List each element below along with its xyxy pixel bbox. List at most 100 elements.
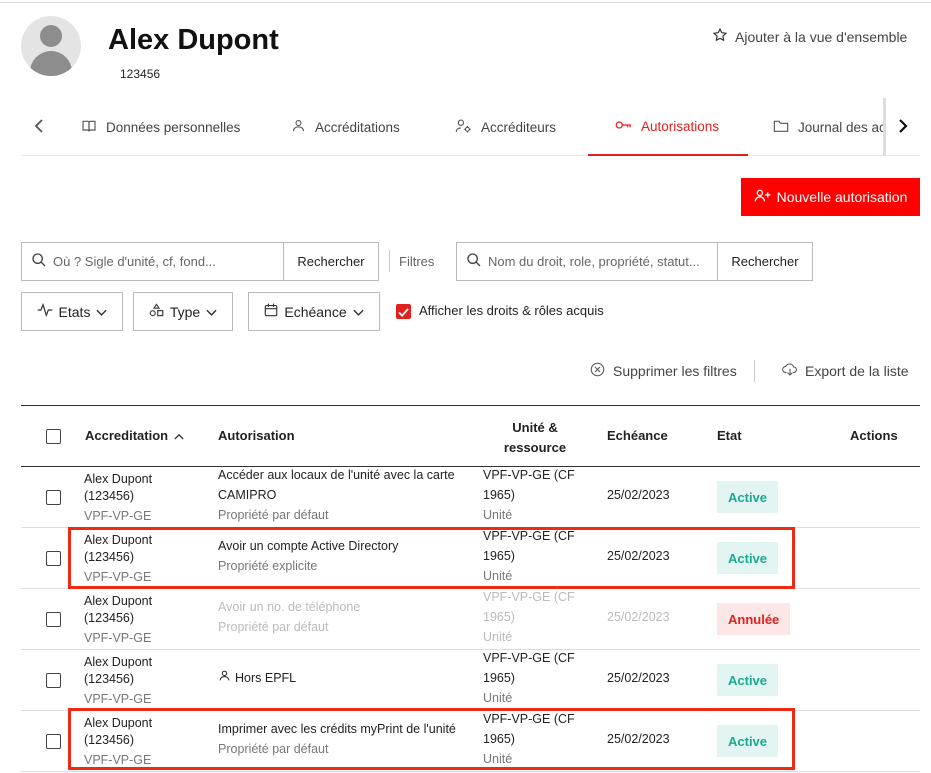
check-icon [398, 304, 409, 320]
tab-label: Données personnelles [106, 119, 241, 135]
calendar-icon [264, 303, 278, 320]
table-row[interactable]: Alex Dupont (123456) VPF-VP-GE Avoir un co… [21, 528, 920, 589]
tab-donnees-personnelles[interactable]: Données personnelles [81, 98, 240, 156]
folder-icon [773, 119, 789, 136]
export-label: Export de la liste [805, 363, 909, 379]
chevron-down-icon [206, 304, 217, 320]
col-accreditation[interactable]: Accreditation [85, 428, 184, 443]
accreditation-cell: Alex Dupont (123456) VPF-VP-GE [84, 472, 153, 523]
clear-filters-label: Supprimer les filtres [613, 363, 737, 379]
clear-filters-button[interactable]: Supprimer les filtres [590, 362, 737, 380]
accreditation-cell: Alex Dupont (123456) VPF-VP-GE [84, 655, 153, 706]
avatar [21, 16, 81, 76]
deadline-cell: 25/02/2023 [607, 732, 670, 746]
row-checkbox[interactable] [46, 612, 61, 627]
unit-search: Où ? Sigle d'unité, cf, fond... Recherch… [21, 242, 379, 281]
deadline-cell: 25/02/2023 [607, 610, 670, 624]
top-divider [0, 2, 931, 3]
show-acquired-label: Afficher les droits & rôles acquis [419, 303, 604, 318]
table-row[interactable]: Alex Dupont (123456) VPF-VP-GE Avoir un no… [21, 589, 920, 650]
key-icon [615, 118, 632, 135]
states-dropdown[interactable]: Etats [21, 292, 123, 331]
add-to-overview-label: Ajouter à la vue d'ensemble [735, 28, 908, 45]
right-search-placeholder: Nom du droit, role, propriété, statut... [488, 254, 700, 269]
chevron-down-icon [96, 304, 108, 320]
tab-autorisations[interactable]: Autorisations [588, 98, 748, 156]
unit-resource-cell: VPF-VP-GE (CF 1965) Unité [483, 651, 575, 705]
book-icon [81, 118, 97, 137]
export-button[interactable]: Export de la liste [782, 362, 909, 380]
tab-journal[interactable]: Journal des activités [773, 98, 883, 156]
add-person-icon [754, 188, 771, 206]
table-row[interactable]: Alex Dupont (123456) VPF-VP-GE Imprimer av… [21, 711, 920, 772]
tab-label: Journal des activités [798, 119, 883, 135]
deadline-dropdown[interactable]: Echéance [248, 292, 380, 331]
states-label: Etats [58, 303, 91, 320]
person-gear-icon [455, 118, 472, 137]
accreditation-cell: Alex Dupont (123456) VPF-VP-GE [84, 594, 153, 645]
search-icon [31, 252, 47, 271]
row-checkbox[interactable] [46, 551, 61, 566]
col-state: Etat [717, 428, 742, 443]
tab-accreditations[interactable]: Accréditations [291, 98, 400, 156]
activity-icon [37, 302, 53, 320]
unit-search-button[interactable]: Rechercher [284, 243, 378, 280]
unit-search-placeholder: Où ? Sigle d'unité, cf, fond... [53, 254, 216, 269]
cloud-download-icon [782, 362, 798, 380]
deadline-label: Echéance [284, 303, 347, 320]
new-authorization-button[interactable]: Nouvelle autorisation [741, 178, 920, 216]
col-actions: Actions [850, 428, 898, 443]
add-to-overview-button[interactable]: Ajouter à la vue d'ensemble [712, 27, 907, 46]
deadline-cell: 25/02/2023 [607, 549, 670, 563]
tab-scroll-divider [883, 98, 886, 156]
tab-label: Autorisations [641, 118, 720, 134]
type-dropdown[interactable]: Type [133, 292, 233, 331]
unit-resource-cell: VPF-VP-GE (CF 1965) Unité [483, 529, 575, 583]
table-row[interactable]: Alex Dupont (123456) VPF-VP-GE Hors EPFL V… [21, 650, 920, 711]
status-badge: Active [717, 664, 779, 696]
tab-scroll-right[interactable] [891, 115, 915, 139]
accreditation-cell: Alex Dupont (123456) VPF-VP-GE [84, 716, 153, 767]
close-circle-icon [590, 362, 605, 380]
sort-ascending-icon [174, 428, 184, 443]
row-checkbox[interactable] [46, 734, 61, 749]
unit-search-input[interactable]: Où ? Sigle d'unité, cf, fond... [22, 243, 284, 280]
table-header: Accreditation Autorisation Unité & resso… [21, 405, 920, 467]
tab-accrediteurs[interactable]: Accréditeurs [455, 98, 556, 156]
person-icon [291, 118, 306, 136]
unit-resource-cell: VPF-VP-GE (CF 1965) Unité [483, 468, 575, 522]
search-icon [466, 252, 482, 271]
chevron-right-icon [897, 118, 909, 137]
row-checkbox[interactable] [46, 490, 61, 505]
person-sciper: 123456 [120, 67, 161, 81]
chevron-down-icon [353, 304, 364, 320]
authorization-cell: Hors EPFL [218, 668, 296, 688]
col-deadline: Echéance [607, 428, 668, 443]
filters-divider [389, 250, 390, 272]
star-icon [712, 27, 728, 46]
right-search-button[interactable]: Rechercher [718, 243, 812, 280]
col-unit-resource: Unité & ressource [503, 420, 567, 455]
tab-bar: Données personnelles Accréditations Accr… [21, 98, 920, 156]
person-name: Alex Dupont [108, 24, 279, 56]
filters-label: Filtres [399, 254, 435, 269]
status-badge: Annulée [717, 603, 791, 635]
new-authorization-label: Nouvelle autorisation [776, 189, 908, 205]
status-badge: Active [717, 725, 779, 757]
authorization-cell: Imprimer avec les crédits myPrint de l'u… [218, 722, 456, 756]
person-icon [218, 668, 231, 688]
select-all-checkbox[interactable] [46, 429, 61, 444]
shapes-icon [149, 303, 164, 320]
unit-resource-cell: VPF-VP-GE (CF 1965) Unité [483, 590, 575, 644]
row-checkbox[interactable] [46, 673, 61, 688]
accreditation-cell: Alex Dupont (123456) VPF-VP-GE [84, 533, 153, 584]
col-authorization: Autorisation [218, 428, 295, 443]
right-search: Nom du droit, role, propriété, statut...… [456, 242, 813, 281]
right-search-input[interactable]: Nom du droit, role, propriété, statut... [457, 243, 718, 280]
type-label: Type [169, 303, 201, 320]
authorization-cell: Accéder aux locaux de l'unité avec la ca… [218, 468, 455, 522]
deadline-cell: 25/02/2023 [607, 488, 670, 502]
authorization-cell: Avoir un no. de téléphone Propriété par d… [218, 600, 361, 634]
table-row[interactable]: Alex Dupont (123456) VPF-VP-GE Accéder aux… [21, 467, 920, 528]
show-acquired-checkbox[interactable] [396, 304, 411, 319]
